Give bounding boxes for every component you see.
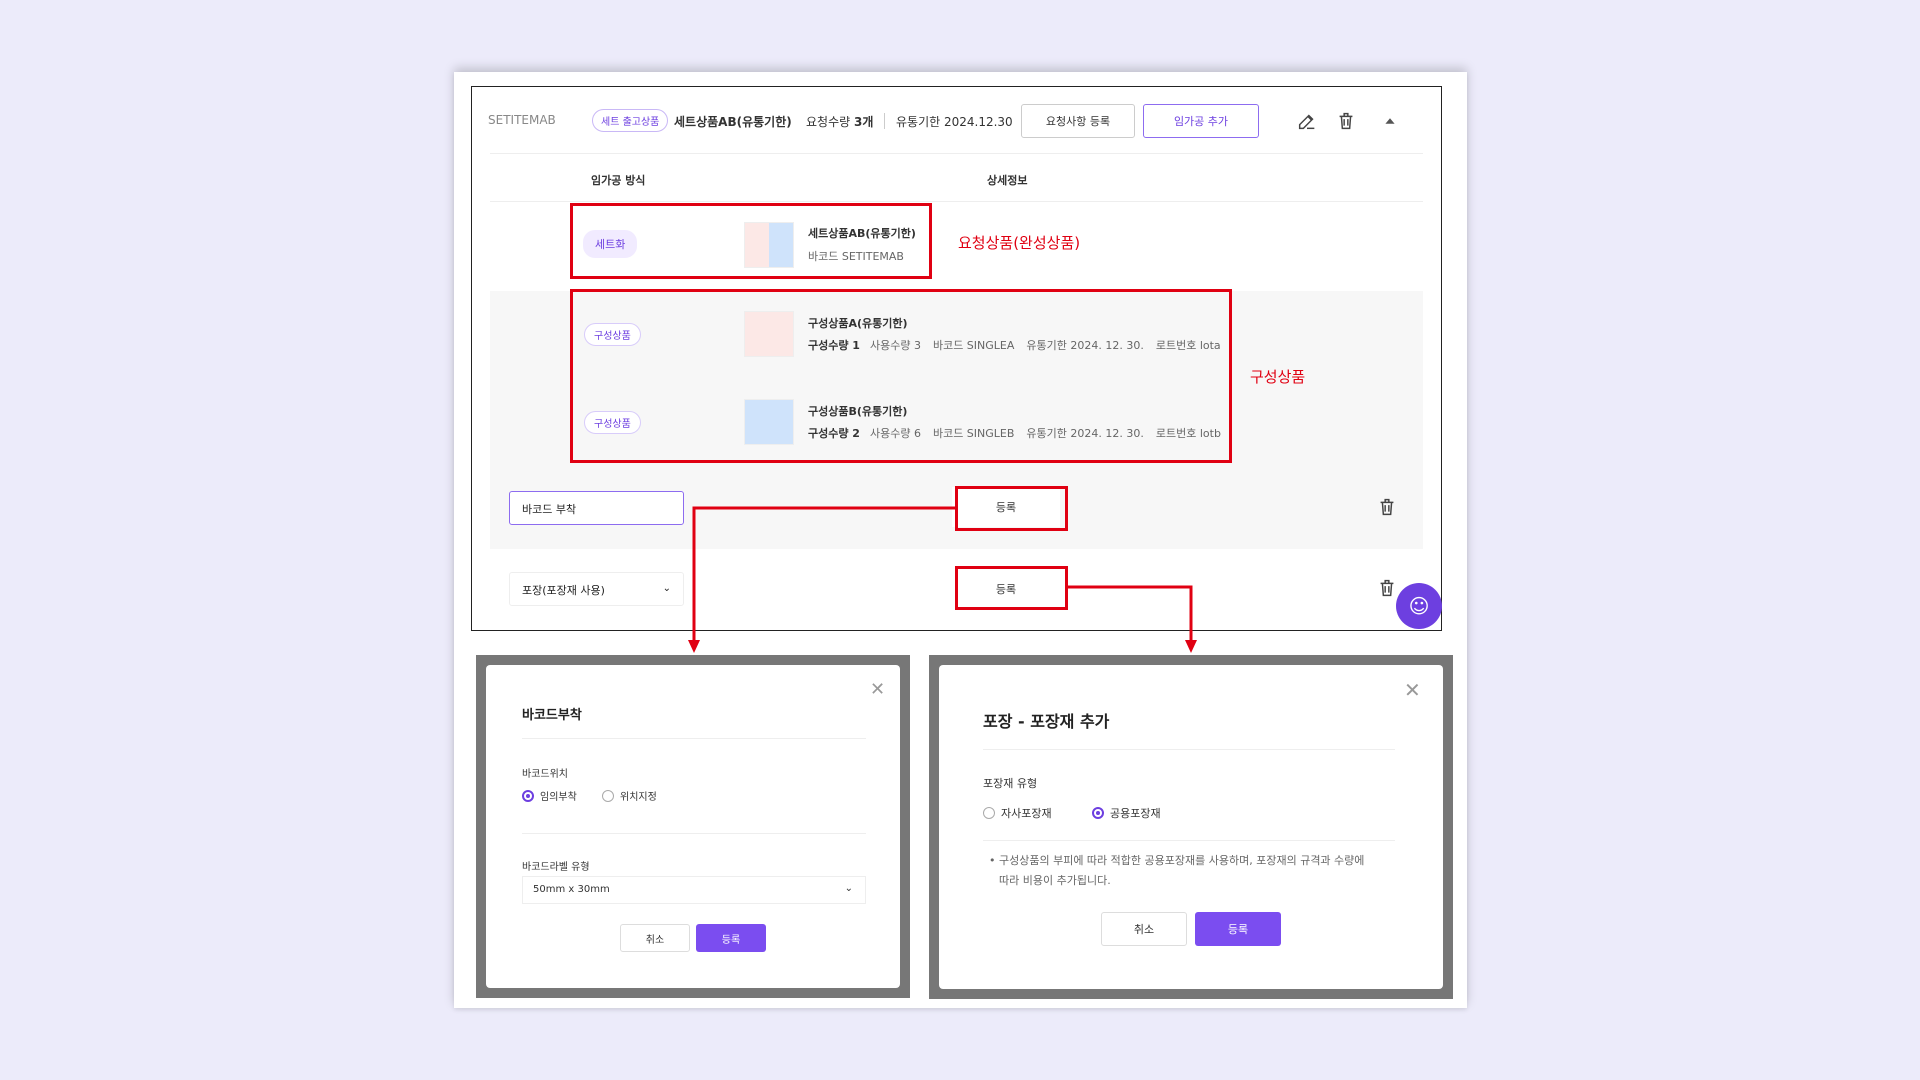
radio-indicator [983,807,995,819]
barcode-label-type-select[interactable]: 50mm x 30mm ⌄ [522,876,866,904]
divider [522,738,866,739]
barcode-position-label: 바코드위치 [522,769,568,780]
chat-icon: ☺ [1408,594,1430,618]
packaging-note: • 구성상품의 부피에 따라 적합한 공용포장재를 사용하며, 포장재의 규격과… [989,854,1365,887]
submit-button[interactable]: 등록 [696,924,766,952]
modal-title: 바코드부착 [522,708,582,723]
submit-button[interactable]: 등록 [1195,912,1281,946]
packaging-add-modal: ✕ 포장 - 포장재 추가 포장재 유형 자사포장재 공용포장재 • 구성상품의… [939,665,1443,989]
packaging-type-label: 포장재 유형 [983,777,1038,790]
radio-own-packaging[interactable]: 자사포장재 [983,805,1052,821]
radio-indicator [522,789,534,802]
radio-random-attach[interactable]: 임의부착 [522,788,577,803]
radio-indicator [602,789,614,802]
divider [983,840,1395,841]
barcode-label-type-label: 바코드라벨 유형 [522,862,590,873]
close-icon[interactable]: ✕ [870,679,885,700]
radio-specified-position[interactable]: 위치지정 [602,788,657,803]
chevron-down-icon: ⌄ [844,883,853,894]
barcode-attach-modal: ✕ 바코드부착 바코드위치 임의부착 위치지정 바코드라벨 유형 50mm x … [486,665,900,988]
divider [522,833,866,834]
radio-shared-packaging[interactable]: 공용포장재 [1092,805,1161,821]
radio-indicator [1092,807,1104,819]
chat-support-button[interactable]: ☺ [1396,583,1442,629]
close-icon[interactable]: ✕ [1404,678,1421,702]
cancel-button[interactable]: 취소 [620,924,690,952]
cancel-button[interactable]: 취소 [1101,912,1187,946]
divider [983,749,1395,750]
modal-title: 포장 - 포장재 추가 [983,712,1110,731]
